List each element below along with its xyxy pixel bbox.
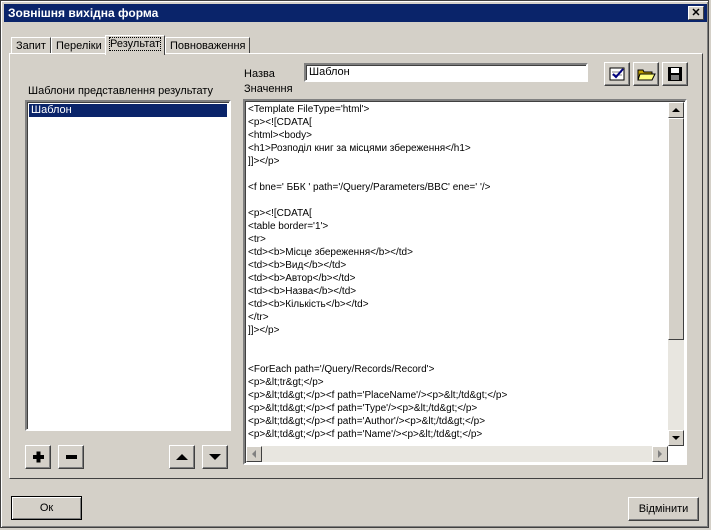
code-line: <p>&lt;tr&gt;</p> — [248, 377, 324, 388]
scroll-down-button[interactable] — [668, 430, 684, 446]
title-bar[interactable]: Зовнішня вихідна форма ✕ — [4, 4, 707, 22]
arrow-right-icon — [658, 450, 662, 458]
close-icon: ✕ — [691, 7, 701, 19]
scroll-up-button[interactable] — [668, 102, 684, 118]
floppy-disk-icon — [668, 67, 682, 81]
tab-label: Запит — [16, 40, 46, 52]
code-line: <td><b>Місце збереження</b></td> — [248, 247, 413, 258]
code-line: ]]></p> — [248, 325, 280, 336]
apply-button[interactable] — [604, 62, 630, 86]
add-template-button[interactable] — [25, 445, 51, 469]
code-line: <td><b>Автор</b></td> — [248, 273, 356, 284]
value-label: Значення — [244, 83, 293, 95]
open-button[interactable] — [633, 62, 659, 86]
code-line: <p>&lt;td&gt;</p><f path='Type'/><p>&lt;… — [248, 403, 478, 414]
folder-open-icon — [637, 69, 656, 81]
move-down-button[interactable] — [202, 445, 228, 469]
value-editor[interactable]: <Template FileType='html'> <p><![CDATA[ <h… — [243, 99, 687, 465]
arrow-down-icon — [209, 454, 221, 460]
horizontal-scrollbar[interactable] — [246, 446, 668, 462]
code-line: <p>&lt;td&gt;</p><f path='Author'/><p>&l… — [248, 416, 486, 427]
code-line: <html><body> — [248, 130, 312, 141]
code-line: <p>&lt;td&gt;</p><f path='PlaceName'/><p… — [248, 390, 508, 401]
arrow-down-icon — [672, 436, 680, 440]
code-line: <ForEach path='/Query/Records/Record'> — [248, 364, 435, 375]
tab-lists[interactable]: Переліки — [51, 37, 107, 54]
vertical-scrollbar[interactable] — [668, 102, 684, 446]
tab-query[interactable]: Запит — [11, 37, 51, 54]
code-line: <tr> — [248, 234, 266, 245]
code-line: <p>&lt;td&gt;</p><f path='Name'/><p>&lt;… — [248, 429, 483, 439]
code-line: <h1>Розподіл книг за місцями збереження<… — [248, 143, 471, 154]
ok-button[interactable]: Ок — [11, 496, 82, 520]
code-line: <p><![CDATA[ — [248, 117, 312, 128]
name-input[interactable]: Шаблон — [304, 63, 588, 82]
list-item[interactable]: Шаблон — [29, 104, 227, 117]
templates-list[interactable]: Шаблон — [25, 100, 231, 431]
value-text[interactable]: <Template FileType='html'> <p><![CDATA[ <h… — [248, 103, 668, 439]
scroll-left-button[interactable] — [246, 446, 262, 462]
cancel-button[interactable]: Відмінити — [628, 497, 699, 521]
close-button[interactable]: ✕ — [688, 6, 704, 20]
arrow-left-icon — [252, 450, 256, 458]
name-input-value: Шаблон — [309, 66, 350, 78]
ok-button-label: Ок — [39, 502, 54, 514]
code-line: <td><b>Кількість</b></td> — [248, 299, 369, 310]
remove-template-button[interactable] — [58, 445, 84, 469]
minus-icon — [66, 455, 77, 459]
plus-icon — [33, 451, 44, 463]
tab-label: Результат — [108, 37, 162, 51]
code-line: <Template FileType='html'> — [248, 104, 370, 115]
code-line: ]]></p> — [248, 156, 280, 167]
tab-label: Повноваження — [170, 40, 246, 52]
arrow-up-icon — [672, 108, 680, 112]
vertical-scroll-thumb[interactable] — [668, 118, 684, 340]
tab-result[interactable]: Результат — [105, 35, 166, 55]
code-line: <table border='1'> — [248, 221, 329, 232]
code-line: <f bne=' ББК ' path='/Query/Parameters/B… — [248, 182, 491, 193]
code-line: <p><![CDATA[ — [248, 208, 312, 219]
arrow-up-icon — [176, 454, 188, 460]
tab-permissions[interactable]: Повноваження — [165, 37, 251, 54]
move-up-button[interactable] — [169, 445, 195, 469]
cancel-button-label: Відмінити — [638, 503, 689, 515]
save-button[interactable] — [662, 62, 688, 86]
code-line: </tr> — [248, 312, 269, 323]
window-title: Зовнішня вихідна форма — [8, 6, 159, 20]
templates-label: Шаблони представлення результату — [28, 85, 214, 97]
code-line: <td><b>Вид</b></td> — [248, 260, 347, 271]
scroll-right-button[interactable] — [652, 446, 668, 462]
name-label: Назва — [244, 68, 275, 80]
code-line: <td><b>Назва</b></td> — [248, 286, 357, 297]
check-icon — [609, 67, 625, 81]
tab-label: Переліки — [56, 40, 102, 52]
dialog-window: Зовнішня вихідна форма ✕ Запит Переліки … — [0, 0, 709, 528]
